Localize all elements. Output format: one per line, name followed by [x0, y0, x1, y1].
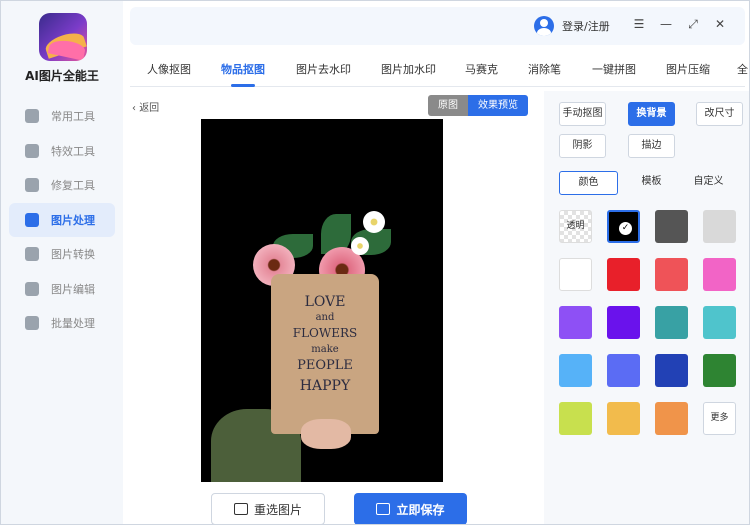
sidebar: AI图片全能王 常用工具 特效工具 修复工具 图片处理 图片转换 图片编辑 批量… — [1, 1, 123, 524]
color-swatch[interactable] — [703, 258, 736, 291]
color-swatch[interactable] — [655, 210, 688, 243]
tab-compress[interactable]: 图片压缩 — [666, 61, 710, 77]
sidebar-item-image-edit[interactable]: 图片编辑 — [9, 272, 115, 306]
tab-color[interactable]: 颜色 — [559, 171, 618, 195]
active-tab-indicator — [231, 84, 255, 87]
download-icon — [376, 503, 391, 515]
sidebar-item-label: 特效工具 — [51, 144, 95, 158]
tab-template[interactable]: 模板 — [628, 171, 675, 195]
tab-object-cutout[interactable]: 物品抠图 — [221, 61, 265, 77]
back-label: 返回 — [139, 103, 160, 114]
toggle-original[interactable]: 原图 — [428, 95, 468, 116]
sidebar-item-image-processing[interactable]: 图片处理 — [9, 202, 115, 237]
color-swatch[interactable] — [607, 258, 640, 291]
tab-more[interactable]: 全 — [737, 61, 748, 77]
avatar — [534, 16, 554, 36]
image-icon — [233, 503, 248, 515]
color-swatch[interactable] — [655, 258, 688, 291]
more-colors-button[interactable]: 更多 — [703, 402, 736, 435]
color-swatch[interactable]: ✓ — [607, 210, 640, 243]
tab-remove-watermark[interactable]: 图片去水印 — [296, 61, 351, 77]
preview-toggle: 原图 效果预览 — [428, 95, 528, 116]
tab-collage[interactable]: 一键拼图 — [592, 61, 636, 77]
grid-icon — [25, 109, 39, 123]
sidebar-item-label: 常用工具 — [51, 110, 95, 123]
wrench-icon — [25, 178, 39, 192]
sidebar-item-image-convert[interactable]: 图片转换 — [9, 237, 115, 271]
color-swatch[interactable] — [703, 306, 736, 339]
white-flower — [351, 237, 369, 255]
paper-bag: LOVE and FLOWERS make PEOPLE HAPPY — [271, 274, 379, 434]
tab-eraser[interactable]: 消除笔 — [528, 61, 561, 77]
color-swatch[interactable] — [655, 402, 688, 435]
tool-tabs: 人像抠图 物品抠图 图片去水印 图片加水印 马赛克 消除笔 一键拼图 图片压缩 … — [130, 51, 748, 87]
sidebar-item-label: 图片处理 — [51, 213, 95, 227]
sidebar-item-label: 图片转换 — [51, 248, 95, 261]
color-swatch[interactable] — [559, 402, 592, 435]
app-name: AI图片全能王 — [25, 69, 99, 83]
color-swatch[interactable] — [607, 306, 640, 339]
menu-icon[interactable]: ☰ — [632, 17, 646, 31]
sidebar-nav: 常用工具 特效工具 修复工具 图片处理 图片转换 图片编辑 批量处理 — [9, 99, 115, 341]
change-background-button[interactable]: 换背景 — [628, 102, 675, 126]
color-swatch[interactable] — [655, 354, 688, 387]
stroke-button[interactable]: 描边 — [628, 134, 675, 158]
upload-icon — [25, 316, 39, 330]
tab-mosaic[interactable]: 马赛克 — [465, 61, 498, 77]
sidebar-item-label: 图片编辑 — [51, 282, 95, 296]
top-bar: 登录/注册 ☰ — ⤢ ✕ — [130, 7, 745, 45]
tab-add-watermark[interactable]: 图片加水印 — [381, 61, 436, 77]
preview-image: LOVE and FLOWERS make PEOPLE HAPPY — [201, 119, 443, 482]
toggle-effect-preview[interactable]: 效果预览 — [468, 95, 528, 116]
chevron-left-icon: ‹ — [132, 103, 136, 114]
login-label: 登录/注册 — [562, 20, 610, 33]
minimize-icon[interactable]: — — [659, 17, 673, 31]
color-swatch-transparent[interactable]: 透明 — [559, 210, 592, 243]
sidebar-item-repair[interactable]: 修复工具 — [9, 168, 115, 202]
login-button[interactable]: 登录/注册 — [534, 16, 610, 36]
sidebar-item-label: 批量处理 — [51, 317, 95, 330]
check-icon: ✓ — [619, 222, 632, 235]
photo-hand — [301, 419, 351, 449]
save-button[interactable]: 立即保存 — [354, 493, 467, 524]
tool-panel: 手动抠图 换背景 改尺寸 阴影 描边 颜色 模板 自定义 透明 ✓ 更多 — [544, 91, 749, 524]
sidebar-item-batch[interactable]: 批量处理 — [9, 306, 115, 340]
white-flower — [363, 211, 385, 233]
sidebar-item-effects[interactable]: 特效工具 — [9, 134, 115, 168]
manual-cutout-button[interactable]: 手动抠图 — [559, 102, 606, 126]
color-swatch[interactable] — [559, 258, 592, 291]
swap-icon — [25, 247, 39, 261]
sidebar-item-common-tools[interactable]: 常用工具 — [9, 99, 115, 133]
tab-portrait-cutout[interactable]: 人像抠图 — [147, 61, 191, 77]
edit-icon — [25, 281, 39, 296]
maximize-icon[interactable]: ⤢ — [686, 17, 700, 32]
image-wave-icon — [25, 212, 39, 227]
resize-button[interactable]: 改尺寸 — [696, 102, 743, 126]
shadow-button[interactable]: 阴影 — [559, 134, 606, 158]
color-swatch[interactable] — [559, 354, 592, 387]
color-swatch[interactable] — [703, 210, 736, 243]
color-swatch[interactable] — [655, 306, 688, 339]
reselect-image-button[interactable]: 重选图片 — [211, 493, 325, 524]
app-window: AI图片全能王 常用工具 特效工具 修复工具 图片处理 图片转换 图片编辑 批量… — [0, 0, 750, 525]
color-swatch[interactable] — [607, 402, 640, 435]
color-swatch[interactable] — [559, 306, 592, 339]
sparkle-icon — [25, 143, 39, 158]
color-swatch[interactable] — [703, 354, 736, 387]
tab-custom[interactable]: 自定义 — [686, 171, 731, 195]
back-button[interactable]: ‹ 返回 — [132, 99, 159, 114]
color-swatch[interactable] — [607, 354, 640, 387]
close-icon[interactable]: ✕ — [713, 17, 727, 31]
app-logo — [39, 13, 87, 61]
sidebar-item-label: 修复工具 — [51, 179, 95, 192]
